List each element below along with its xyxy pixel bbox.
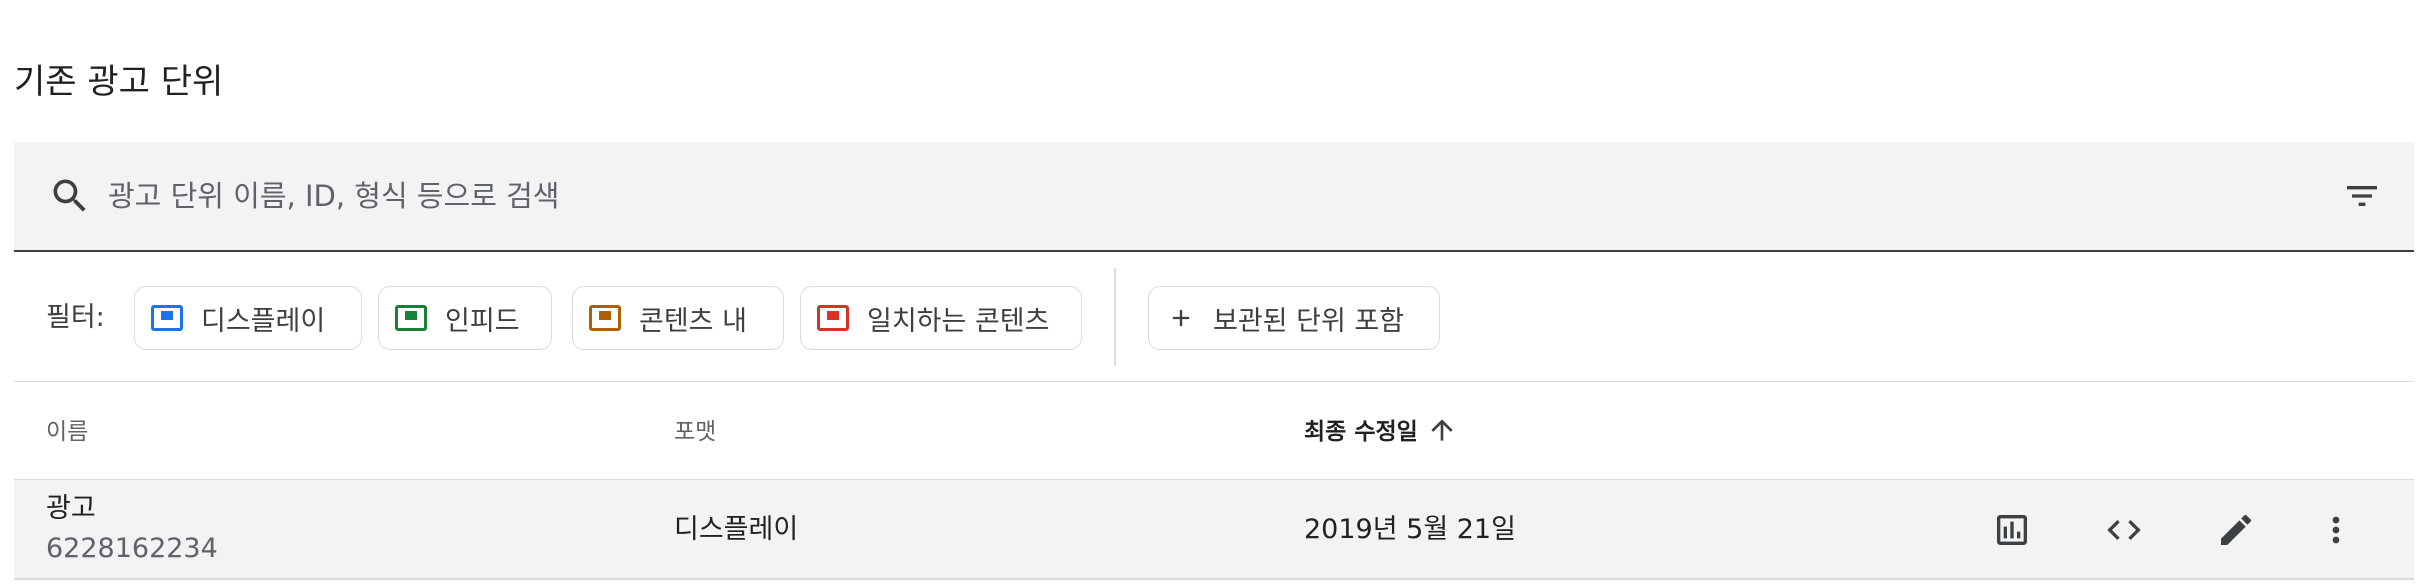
code-icon (2107, 520, 2141, 540)
chip-matched-content[interactable]: 일치하는 콘텐츠 (800, 286, 1082, 350)
chip-label: 보관된 단위 포함 (1213, 305, 1405, 337)
get-code-button[interactable] (2100, 506, 2148, 554)
search-input[interactable]: 광고 단위 이름, ID, 형식 등으로 검색 (108, 174, 559, 218)
ad-unit-format: 디스플레이 (674, 514, 799, 545)
filter-list-icon[interactable] (2342, 176, 2382, 216)
ad-unit-name[interactable]: 광고 (46, 490, 96, 528)
column-header-format[interactable]: 포맷 (674, 412, 716, 452)
more-options-button[interactable] (2312, 506, 2360, 554)
chip-label: 인피드 (445, 305, 520, 337)
report-button[interactable] (1988, 506, 2036, 554)
more-vert-icon (2332, 516, 2340, 544)
column-header-name[interactable]: 이름 (46, 412, 88, 452)
display-format-icon (151, 305, 183, 331)
chip-label: 디스플레이 (201, 305, 326, 337)
infeed-format-icon (395, 305, 427, 331)
edit-button[interactable] (2212, 506, 2260, 554)
search-icon (53, 179, 86, 212)
chip-include-archived[interactable]: 보관된 단위 포함 (1148, 286, 1440, 350)
plus-icon (1172, 309, 1190, 327)
chip-display[interactable]: 디스플레이 (134, 286, 362, 350)
search-bar[interactable]: 광고 단위 이름, ID, 형식 등으로 검색 (14, 142, 2414, 252)
pencil-icon (2221, 514, 2252, 545)
chip-label: 콘텐츠 내 (639, 305, 747, 337)
chip-label: 일치하는 콘텐츠 (867, 305, 1050, 337)
filter-row: 필터: 디스플레이 인피드 콘텐츠 내 일치하는 콘텐츠 보관된 단위 포함 (14, 252, 2414, 382)
chip-divider (1114, 268, 1116, 366)
in-article-format-icon (589, 305, 621, 331)
chip-in-article[interactable]: 콘텐츠 내 (572, 286, 784, 350)
ad-unit-id: 6228162234 (46, 533, 218, 564)
filter-label: 필터: (46, 302, 105, 333)
section-title: 기존 광고 단위 (14, 62, 224, 102)
bar-chart-icon (1997, 515, 2027, 545)
sort-ascending-icon[interactable] (1426, 414, 1458, 446)
ad-units-page: 기존 광고 단위 광고 단위 이름, ID, 형식 등으로 검색 필터: 디스플… (0, 0, 2424, 588)
chip-infeed[interactable]: 인피드 (378, 286, 552, 350)
table-row[interactable]: 광고 6228162234 디스플레이 2019년 5월 21일 (14, 480, 2414, 580)
table-header: 이름 포맷 최종 수정일 (14, 382, 2414, 480)
ad-unit-modified-date: 2019년 5월 21일 (1304, 514, 1516, 545)
column-header-modified[interactable]: 최종 수정일 (1304, 412, 1418, 452)
matched-content-format-icon (817, 305, 849, 331)
